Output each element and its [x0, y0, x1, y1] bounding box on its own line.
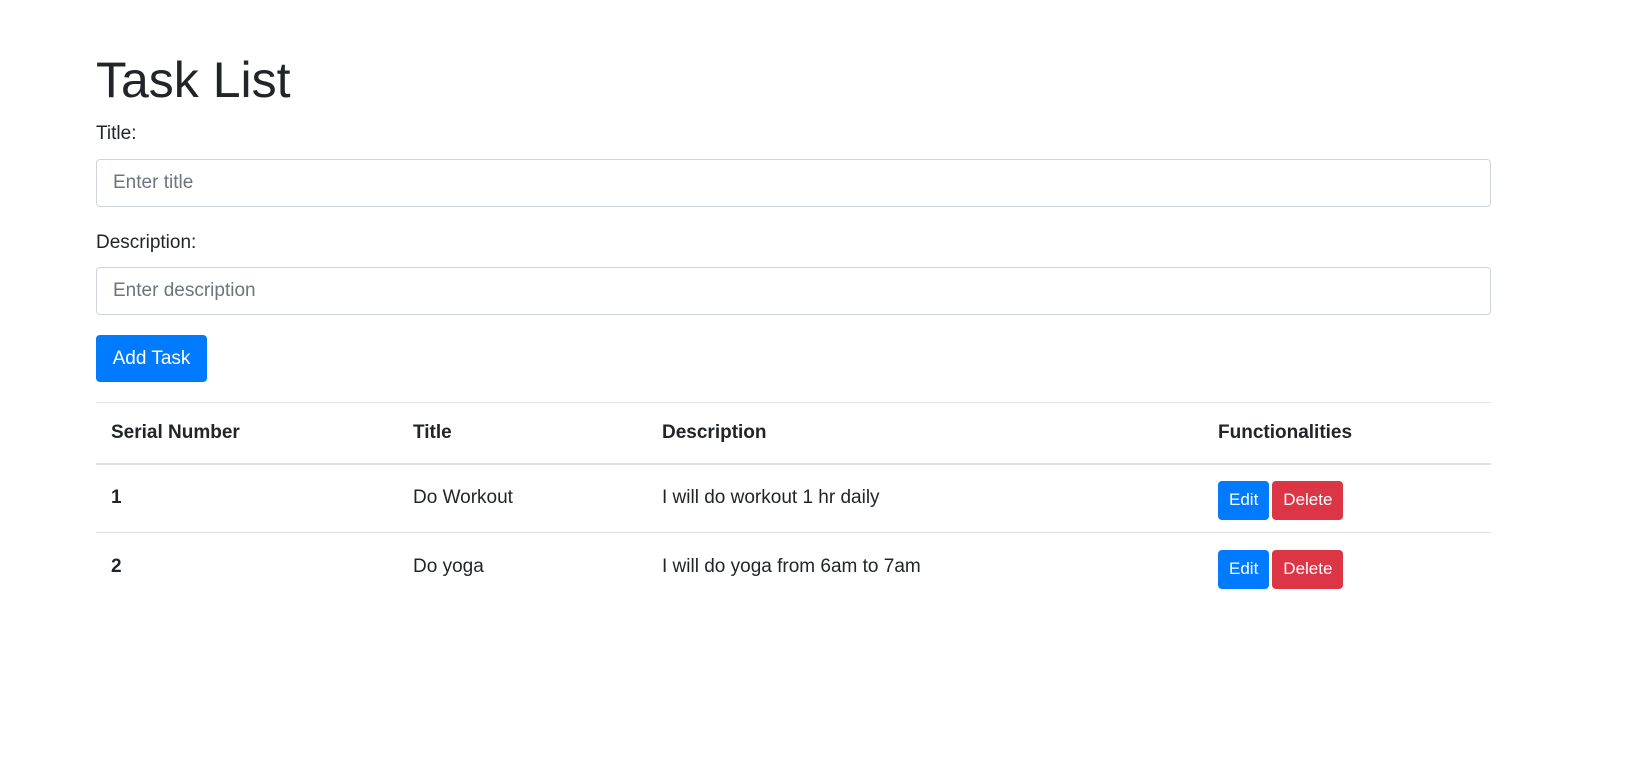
column-header-functionalities: Functionalities	[1203, 402, 1491, 465]
row-functionalities: Edit Delete	[1203, 463, 1491, 533]
title-label: Title:	[96, 123, 137, 144]
page-title: Task List	[96, 52, 291, 108]
task-table-header: Serial Number Title Description Function…	[96, 402, 1491, 465]
task-table-body: 1 Do Workout I will do workout 1 hr dail…	[96, 463, 1491, 602]
row-description: I will do yoga from 6am to 7am	[662, 556, 921, 578]
add-task-button[interactable]: Add Task	[96, 335, 207, 382]
title-input[interactable]	[96, 159, 1491, 207]
task-table: Serial Number Title Description Function…	[96, 402, 1491, 602]
row-serial: 2	[111, 556, 122, 578]
table-header-row: Serial Number Title Description Function…	[96, 402, 1491, 465]
row-serial: 1	[96, 463, 398, 533]
description-input[interactable]	[96, 267, 1491, 315]
row-title: Do yoga	[413, 556, 484, 578]
delete-button[interactable]: Delete	[1272, 549, 1344, 589]
delete-button[interactable]: Delete	[1272, 480, 1344, 520]
row-description: I will do workout 1 hr daily	[647, 463, 1203, 533]
edit-button[interactable]: Edit	[1218, 549, 1270, 589]
column-header-serial-number: Serial Number	[96, 402, 398, 465]
table-row: 2 Do yoga I will do yoga from 6am to 7am…	[96, 533, 1491, 602]
column-header-description: Description	[647, 402, 1203, 465]
edit-button[interactable]: Edit	[1218, 480, 1270, 520]
table-row: 1 Do Workout I will do workout 1 hr dail…	[96, 463, 1491, 533]
description-label: Description:	[96, 232, 197, 253]
row-title: Do Workout	[398, 463, 647, 533]
row-functionalities: Edit Delete	[1203, 533, 1491, 602]
column-header-title: Title	[398, 402, 647, 465]
